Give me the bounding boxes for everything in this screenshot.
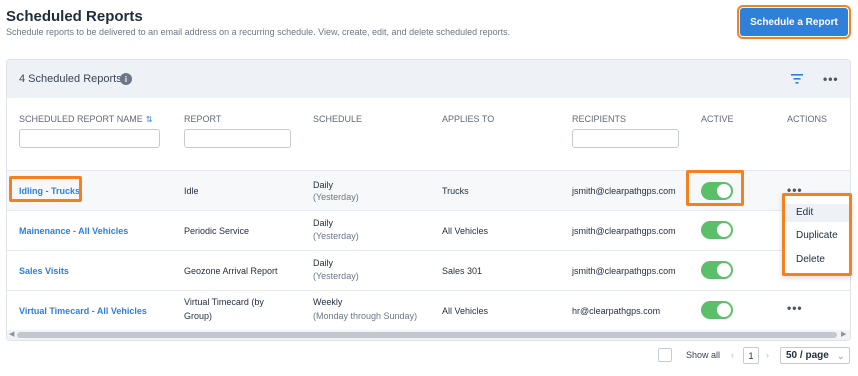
applies-to: All Vehicles (442, 226, 489, 236)
current-page[interactable]: 1 (743, 347, 759, 364)
scroll-left-icon[interactable]: ◀ (9, 330, 14, 338)
active-toggle[interactable] (701, 301, 733, 319)
show-all-checkbox[interactable] (658, 348, 672, 362)
scroll-thumb[interactable] (17, 332, 837, 338)
sort-icon[interactable]: ⇅ (146, 115, 153, 124)
card-title: 4 Scheduled Reports (19, 73, 122, 85)
report-type: Idle (184, 186, 199, 196)
applies-to: Trucks (442, 186, 469, 196)
table-row: Sales Visits Geozone Arrival Report Dail… (7, 250, 850, 290)
scroll-right-icon[interactable]: ▶ (841, 330, 846, 338)
highlight-report-name (9, 176, 82, 202)
applies-to: Sales 301 (442, 266, 483, 276)
table-row: Mainenance - All Vehicles Periodic Servi… (7, 210, 850, 250)
schedule: Weekly (313, 297, 343, 307)
recipients-filter-input[interactable] (572, 129, 679, 148)
prev-page-icon[interactable]: ‹ (731, 350, 734, 360)
report-type-line2: Group) (184, 311, 213, 321)
schedule: Daily (313, 218, 334, 228)
column-name-label: SCHEDULED REPORT NAME (19, 114, 143, 124)
report-filter-input[interactable] (184, 129, 291, 148)
recipients: jsmith@clearpathgps.com (572, 226, 676, 236)
page-title: Scheduled Reports (6, 8, 143, 25)
column-header-actions: ACTIONS (787, 114, 828, 124)
more-options-icon[interactable]: ••• (823, 72, 839, 86)
schedule-report-button[interactable]: Schedule a Report (737, 5, 851, 39)
column-header-applies-to: APPLIES TO (442, 114, 495, 124)
menu-item-duplicate[interactable]: Duplicate (796, 230, 838, 241)
schedule-detail: (Yesterday) (313, 192, 359, 202)
applies-to: All Vehicles (442, 306, 489, 316)
schedule: Daily (313, 258, 334, 268)
column-header-schedule: SCHEDULE (313, 114, 363, 124)
row-actions-icon[interactable]: ••• (787, 301, 803, 315)
schedule-detail: (Monday through Sunday) (313, 311, 418, 321)
report-name-link[interactable]: Mainenance - All Vehicles (19, 225, 128, 237)
recipients: jsmith@clearpathgps.com (572, 186, 676, 196)
recipients: jsmith@clearpathgps.com (572, 266, 676, 276)
info-icon[interactable]: i (120, 73, 132, 85)
schedule-detail: (Yesterday) (313, 271, 359, 281)
next-page-icon[interactable]: › (766, 350, 769, 360)
recipients: hr@clearpathgps.com (572, 306, 661, 316)
card-header: 4 Scheduled Reports i ••• (7, 60, 850, 98)
horizontal-scrollbar[interactable]: ◀ ▶ (7, 330, 850, 340)
active-toggle[interactable] (701, 221, 733, 239)
page-size-value: 50 / page (786, 350, 829, 361)
active-toggle[interactable] (701, 261, 733, 279)
schedule-detail: (Yesterday) (313, 231, 359, 241)
page-size-select[interactable]: 50 / page ⌄ (780, 347, 850, 364)
report-name-link[interactable]: Virtual Timecard - All Vehicles (19, 305, 147, 317)
column-header-active: ACTIVE (701, 114, 734, 124)
page-subtitle: Schedule reports to be delivered to an e… (6, 27, 511, 37)
row-actions-menu: Edit Duplicate Delete (782, 193, 852, 276)
filter-icon[interactable] (791, 74, 803, 84)
table-row: Virtual Timecard - All Vehicles Virtual … (7, 290, 850, 330)
chevron-down-icon: ⌄ (837, 351, 845, 361)
name-filter-input[interactable] (19, 129, 160, 148)
report-type: Virtual Timecard (by (184, 297, 264, 307)
report-name-link[interactable]: Sales Visits (19, 265, 69, 277)
column-header-name[interactable]: SCHEDULED REPORT NAME ⇅ (19, 114, 152, 124)
menu-item-delete[interactable]: Delete (796, 254, 825, 265)
highlight-active-toggle (686, 170, 744, 206)
column-header-report: REPORT (184, 114, 222, 124)
report-type: Periodic Service (184, 226, 250, 236)
show-all-label: Show all (686, 350, 721, 360)
schedule: Daily (313, 180, 334, 190)
column-header-recipients: RECIPIENTS (572, 114, 627, 124)
menu-item-edit[interactable]: Edit (785, 204, 849, 222)
report-type: Geozone Arrival Report (184, 266, 278, 276)
